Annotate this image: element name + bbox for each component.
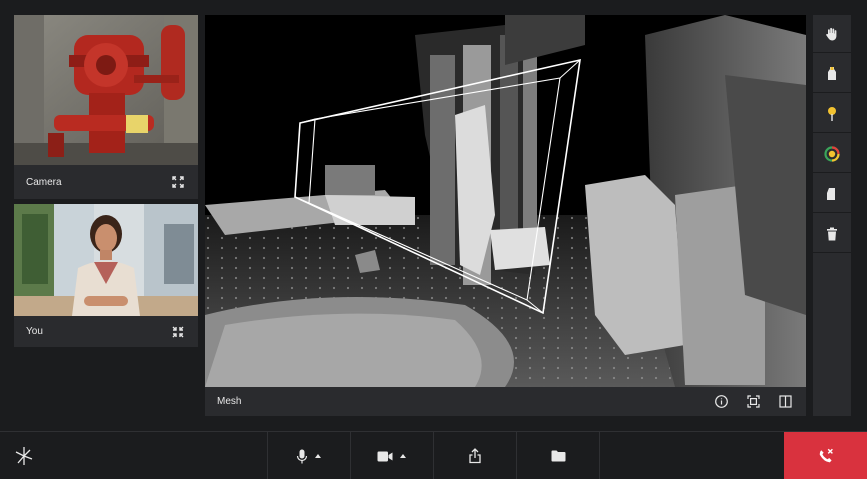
share-screen-icon [469, 448, 481, 464]
end-call-icon [819, 448, 833, 463]
trash-icon [827, 227, 837, 240]
end-call-button[interactable] [784, 432, 867, 479]
camera-feed [14, 15, 198, 165]
marker-icon [828, 66, 836, 80]
color-picker-button[interactable] [813, 135, 851, 173]
logo-button[interactable] [0, 432, 48, 479]
marker-tool-button[interactable] [813, 55, 851, 93]
collapse-icon[interactable] [170, 324, 186, 340]
self-label-bar: You [14, 316, 198, 347]
mesh-label-bar: Mesh [205, 387, 806, 416]
camera-label-bar: Camera [14, 165, 198, 199]
self-label: You [26, 326, 43, 337]
pin-tool-button[interactable] [813, 95, 851, 133]
microphone-options-caret-icon[interactable] [314, 453, 322, 459]
bottom-bar-spacer [599, 432, 784, 479]
eraser-icon [827, 187, 835, 200]
folder-icon [551, 450, 565, 462]
mesh-actions [712, 393, 794, 411]
call-controls-bar [0, 431, 867, 479]
video-camera-button[interactable] [350, 432, 433, 479]
logo-icon [15, 447, 33, 465]
files-button[interactable] [516, 432, 599, 479]
eraser-tool-button[interactable] [813, 175, 851, 213]
scan-icon[interactable] [744, 393, 762, 411]
pin-icon [828, 106, 836, 121]
color-picker-icon [824, 145, 840, 162]
share-screen-button[interactable] [433, 432, 516, 479]
video-options-caret-icon[interactable] [399, 453, 407, 459]
video-camera-icon [377, 451, 393, 461]
mesh-viewport[interactable] [205, 15, 806, 387]
camera-feed-image [14, 15, 198, 165]
delete-tool-button[interactable] [813, 215, 851, 253]
self-video-feed [14, 204, 198, 316]
camera-label: Camera [26, 176, 62, 188]
mesh-render [205, 15, 806, 387]
split-view-icon[interactable] [776, 393, 794, 411]
hand-tool-button[interactable] [813, 15, 851, 53]
info-icon[interactable] [712, 393, 730, 411]
microphone-button[interactable] [267, 432, 350, 479]
mesh-label: Mesh [217, 396, 242, 407]
self-video-image [14, 204, 198, 316]
microphone-icon [296, 449, 308, 463]
hand-icon [826, 27, 837, 40]
expand-icon[interactable] [170, 174, 186, 190]
